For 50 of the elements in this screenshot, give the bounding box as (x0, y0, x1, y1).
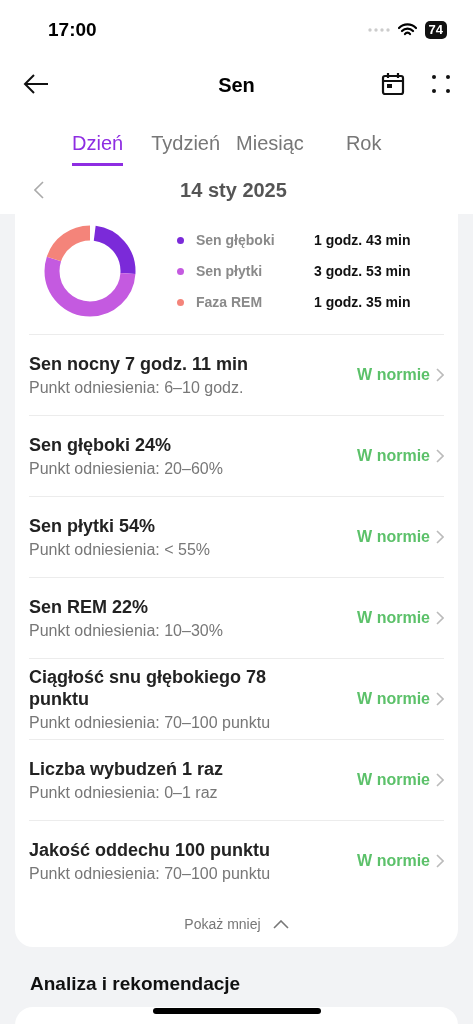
status-time: 17:00 (48, 19, 97, 41)
chevron-right-icon (436, 692, 444, 706)
period-tab[interactable]: Dzień (72, 130, 124, 166)
chevron-right-icon (436, 449, 444, 463)
metric-reference: Punkt odniesienia: 10–30% (29, 622, 224, 640)
period-tab[interactable]: Tydzień (151, 130, 221, 166)
chevron-right-icon (436, 530, 444, 544)
legend-label: Faza REM (196, 294, 264, 310)
menu-button[interactable] (431, 74, 451, 94)
chevron-right-icon (436, 611, 444, 625)
metric-reference: Punkt odniesienia: < 55% (29, 541, 211, 559)
metric-reference: Punkt odniesienia: 20–60% (29, 460, 224, 478)
date-label: 14 sty 2025 (180, 178, 288, 202)
legend-value: 3 godz. 53 min (314, 263, 411, 279)
metric-status[interactable]: W normie (357, 528, 444, 546)
metric-status[interactable]: W normie (357, 447, 444, 465)
metric-title: Jakość oddechu 100 punktu (29, 839, 272, 861)
section-title: Analiza i rekomendacje (29, 972, 242, 996)
legend-label: Sen płytki (196, 263, 264, 279)
metric-reference: Punkt odniesienia: 70–100 punktu (29, 865, 272, 883)
calendar-button[interactable] (381, 72, 405, 96)
metric-status[interactable]: W normie (357, 852, 444, 870)
metric-status[interactable]: W normie (357, 366, 444, 384)
period-tab[interactable]: Rok (345, 130, 382, 166)
metric-title: Ciągłość snu głębokiego 78 punktu (29, 666, 268, 710)
battery-level: 74 (424, 21, 447, 39)
metric-title: Sen płytki 54% (29, 515, 157, 537)
wifi-icon (397, 23, 417, 37)
metric-status[interactable]: W normie (357, 609, 444, 627)
metric-reference: Punkt odniesienia: 70–100 punktu (29, 714, 272, 732)
metric-status[interactable]: W normie (357, 771, 444, 789)
page-title: Sen (218, 74, 255, 96)
period-tab[interactable]: Miesiąc (236, 130, 304, 166)
chevron-right-icon (436, 854, 444, 868)
chevron-right-icon (436, 368, 444, 382)
chevron-up-icon (272, 919, 289, 929)
chevron-right-icon (436, 773, 444, 787)
metric-reference: Punkt odniesienia: 0–1 raz (29, 784, 219, 802)
back-button[interactable] (22, 73, 50, 95)
metric-title: Liczba wybudzeń 1 raz (29, 758, 225, 780)
show-less-button[interactable]: Pokaż mniej (178, 915, 295, 933)
metric-reference: Punkt odniesienia: 6–10 godz. (29, 379, 245, 397)
metric-title: Sen REM 22% (29, 596, 150, 618)
metric-status[interactable]: W normie (357, 690, 444, 708)
signal-icon (367, 28, 390, 32)
metric-title: Sen nocny 7 godz. 11 min (29, 353, 250, 375)
metric-title: Sen głęboki 24% (29, 434, 173, 456)
legend-label: Sen głęboki (196, 232, 276, 248)
legend-value: 1 godz. 35 min (314, 294, 411, 310)
legend-value: 1 godz. 43 min (314, 232, 411, 248)
